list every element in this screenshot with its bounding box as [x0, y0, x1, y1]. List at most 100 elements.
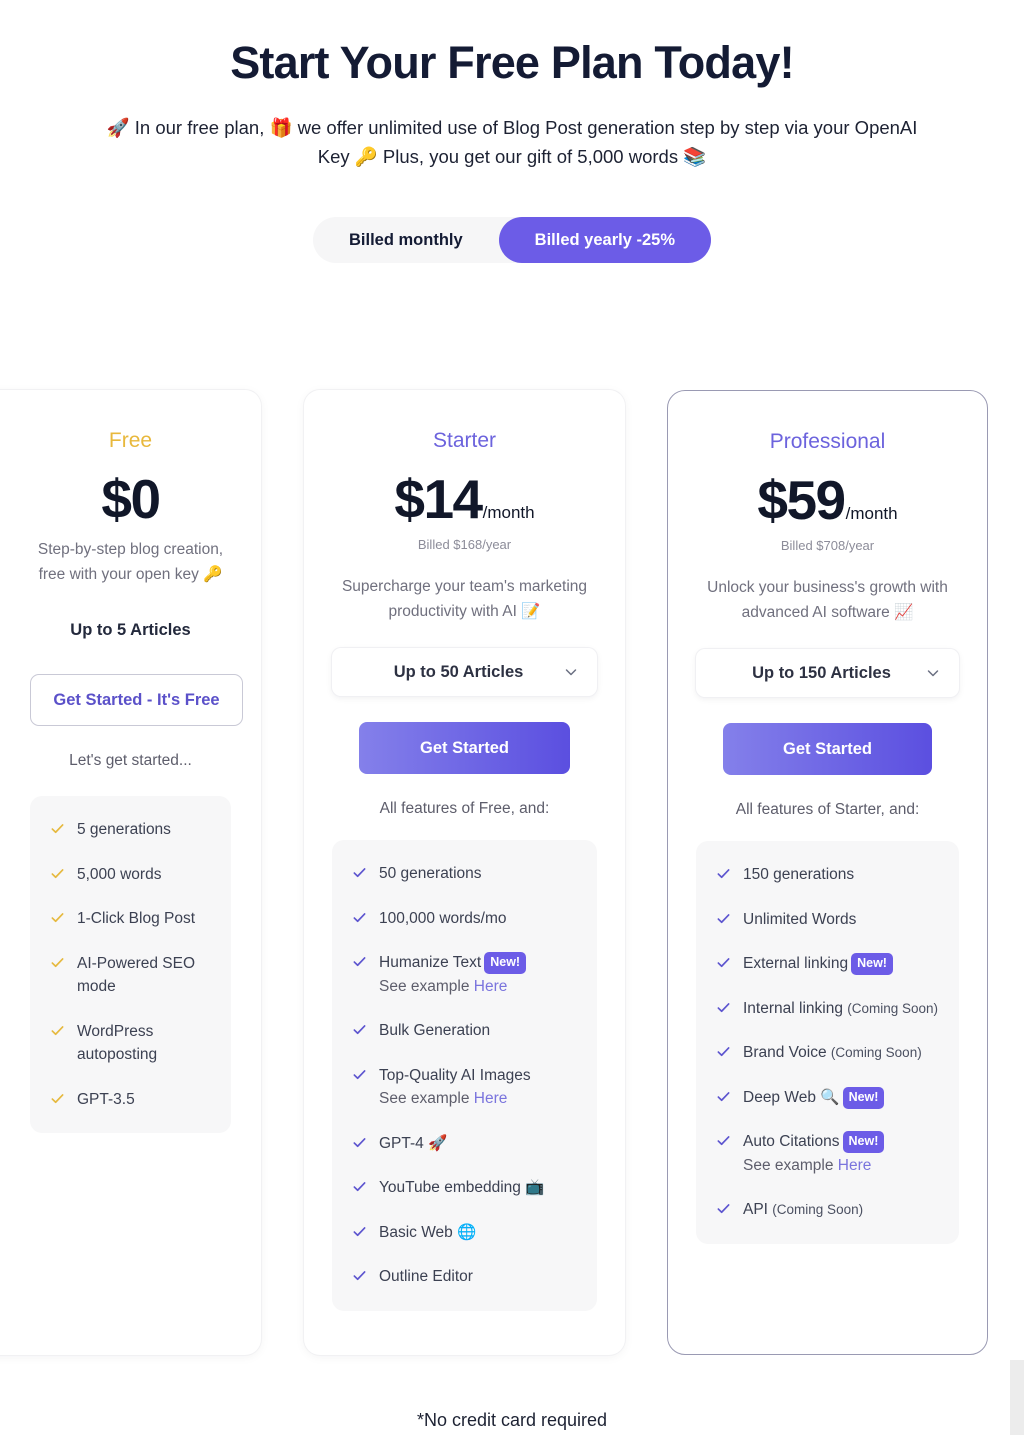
list-item: 100,000 words/mo — [352, 907, 577, 931]
get-started-starter-button[interactable]: Get Started — [359, 722, 570, 774]
feature-text: Unlimited Words — [743, 910, 857, 928]
plan-features-intro-starter: All features of Free, and: — [379, 800, 550, 817]
see-example-label: See example — [379, 977, 474, 995]
pricing-card-starter: Starter $14 /month Billed $168/year Supe… — [304, 390, 625, 1355]
plan-name-starter: Starter — [432, 429, 497, 452]
feature-text: 5,000 words — [77, 865, 162, 883]
articles-dropdown-label-professional: Up to 150 Articles — [752, 663, 891, 682]
new-badge: New! — [484, 952, 527, 975]
billing-toggle-wrap: Billed monthly Billed yearly -25% — [0, 217, 1024, 264]
plan-price-professional: $59 — [757, 469, 846, 532]
get-started-professional-button[interactable]: Get Started — [723, 723, 932, 775]
plan-price-starter: $14 — [394, 468, 483, 531]
articles-dropdown-professional[interactable]: Up to 150 Articles — [696, 649, 959, 697]
feature-text: WordPress autoposting — [77, 1022, 158, 1064]
plan-description-professional: Unlock your business's growth with advan… — [707, 578, 948, 621]
plan-price-row-free: $0 — [30, 469, 231, 531]
billing-toggle-yearly[interactable]: Billed yearly -25% — [498, 217, 711, 264]
check-icon — [353, 1271, 366, 1281]
check-icon — [353, 957, 366, 967]
list-item: YouTube embedding 📺 — [352, 1176, 577, 1200]
list-item: Bulk Generation — [352, 1019, 577, 1043]
list-item: 5 generations — [50, 818, 213, 842]
check-icon — [353, 1025, 366, 1035]
feature-text: Basic Web 🌐 — [379, 1223, 477, 1241]
plan-description-free: Step-by-step blog creation, free with yo… — [37, 540, 224, 583]
check-icon — [717, 958, 730, 968]
list-item: 50 generations — [352, 862, 577, 886]
feature-text: Deep Web 🔍 — [743, 1088, 840, 1106]
check-icon — [51, 824, 64, 834]
check-icon — [353, 1182, 366, 1192]
feature-text: Internal linking — [743, 999, 843, 1017]
see-example-link[interactable]: Here — [838, 1157, 872, 1174]
plan-period-professional: /month — [845, 504, 898, 524]
check-icon — [353, 912, 366, 922]
plan-features-intro-professional: All features of Starter, and: — [735, 801, 920, 818]
new-badge: New! — [842, 1131, 885, 1154]
check-icon — [51, 957, 64, 967]
see-example-link[interactable]: Here — [474, 1090, 508, 1107]
pricing-card-professional: Professional $59 /month Billed $708/year… — [667, 390, 988, 1355]
list-item: Unlimited Words — [716, 908, 939, 932]
list-item: API (Coming Soon) — [716, 1198, 939, 1222]
list-item: Basic Web 🌐 — [352, 1221, 577, 1245]
see-example-label: See example — [743, 1156, 838, 1174]
list-item: Humanize Text New! See example Here — [352, 951, 577, 998]
check-icon — [353, 1069, 366, 1079]
see-example-link[interactable]: Here — [474, 978, 508, 995]
check-icon — [717, 913, 730, 923]
list-item: GPT-4 🚀 — [352, 1132, 577, 1156]
feature-subtext: See example Here — [379, 975, 526, 999]
check-icon — [51, 913, 64, 923]
coming-soon-label: (Coming Soon) — [772, 1202, 864, 1218]
page-title: Start Your Free Plan Today! — [230, 37, 794, 88]
plan-features-intro-free: Let's get started... — [69, 752, 192, 769]
feature-text: GPT-3.5 — [77, 1090, 135, 1108]
plan-articles-free: Up to 5 Articles — [70, 621, 191, 639]
get-started-free-button[interactable]: Get Started - It's Free — [30, 674, 243, 726]
plan-price-row-professional: $59 /month — [696, 470, 959, 532]
feature-list-starter: 50 generations 100,000 words/mo Humanize… — [332, 840, 597, 1312]
footer-note: *No credit card required — [416, 1410, 608, 1430]
list-item: Outline Editor — [352, 1265, 577, 1289]
feature-text: 50 generations — [379, 865, 482, 882]
chevron-down-icon — [927, 670, 939, 677]
feature-text: 150 generations — [743, 866, 855, 883]
check-icon — [51, 868, 64, 878]
feature-text: GPT-4 🚀 — [379, 1134, 448, 1152]
check-icon — [353, 1227, 366, 1237]
feature-list-free: 5 generations 5,000 words 1-Click Blog P… — [30, 796, 231, 1134]
articles-dropdown-label-starter: Up to 50 Articles — [393, 662, 524, 681]
feature-subtext: See example Here — [743, 1154, 884, 1178]
list-item: 1-Click Blog Post — [50, 907, 213, 931]
plan-period-starter: /month — [482, 503, 535, 523]
pricing-page: Start Your Free Plan Today! 🚀 In our fre… — [0, 38, 1024, 1435]
check-icon — [353, 868, 366, 878]
feature-text: 5 generations — [77, 821, 171, 838]
list-item: GPT-3.5 — [50, 1088, 213, 1112]
check-icon — [717, 1047, 730, 1057]
check-icon — [51, 1093, 64, 1103]
feature-subtext: See example Here — [379, 1087, 531, 1111]
billing-toggle-monthly[interactable]: Billed monthly — [313, 217, 499, 263]
feature-text: External linking — [743, 955, 849, 973]
plan-name-professional: Professional — [769, 430, 886, 453]
list-item: Auto Citations New! See example Here — [716, 1130, 939, 1177]
feature-text: 1-Click Blog Post — [77, 910, 196, 928]
feature-text: YouTube embedding 📺 — [379, 1179, 545, 1197]
list-item: Top-Quality AI Images See example Here — [352, 1064, 577, 1111]
billing-toggle[interactable]: Billed monthly Billed yearly -25% — [313, 217, 711, 264]
articles-dropdown-starter[interactable]: Up to 50 Articles — [332, 648, 597, 696]
plan-price-free: $0 — [101, 468, 161, 531]
feature-text: API — [743, 1201, 768, 1219]
feature-text: AI-Powered SEO mode — [77, 954, 196, 996]
plan-price-row-starter: $14 /month — [332, 469, 597, 531]
feature-text: Outline Editor — [379, 1268, 473, 1286]
list-item: 150 generations — [716, 863, 939, 887]
list-item: External linking New! — [716, 952, 939, 976]
new-badge: New! — [842, 1086, 885, 1109]
vertical-scrollbar[interactable] — [1010, 1360, 1024, 1435]
chevron-down-icon — [565, 669, 577, 676]
plan-name-free: Free — [108, 429, 153, 452]
